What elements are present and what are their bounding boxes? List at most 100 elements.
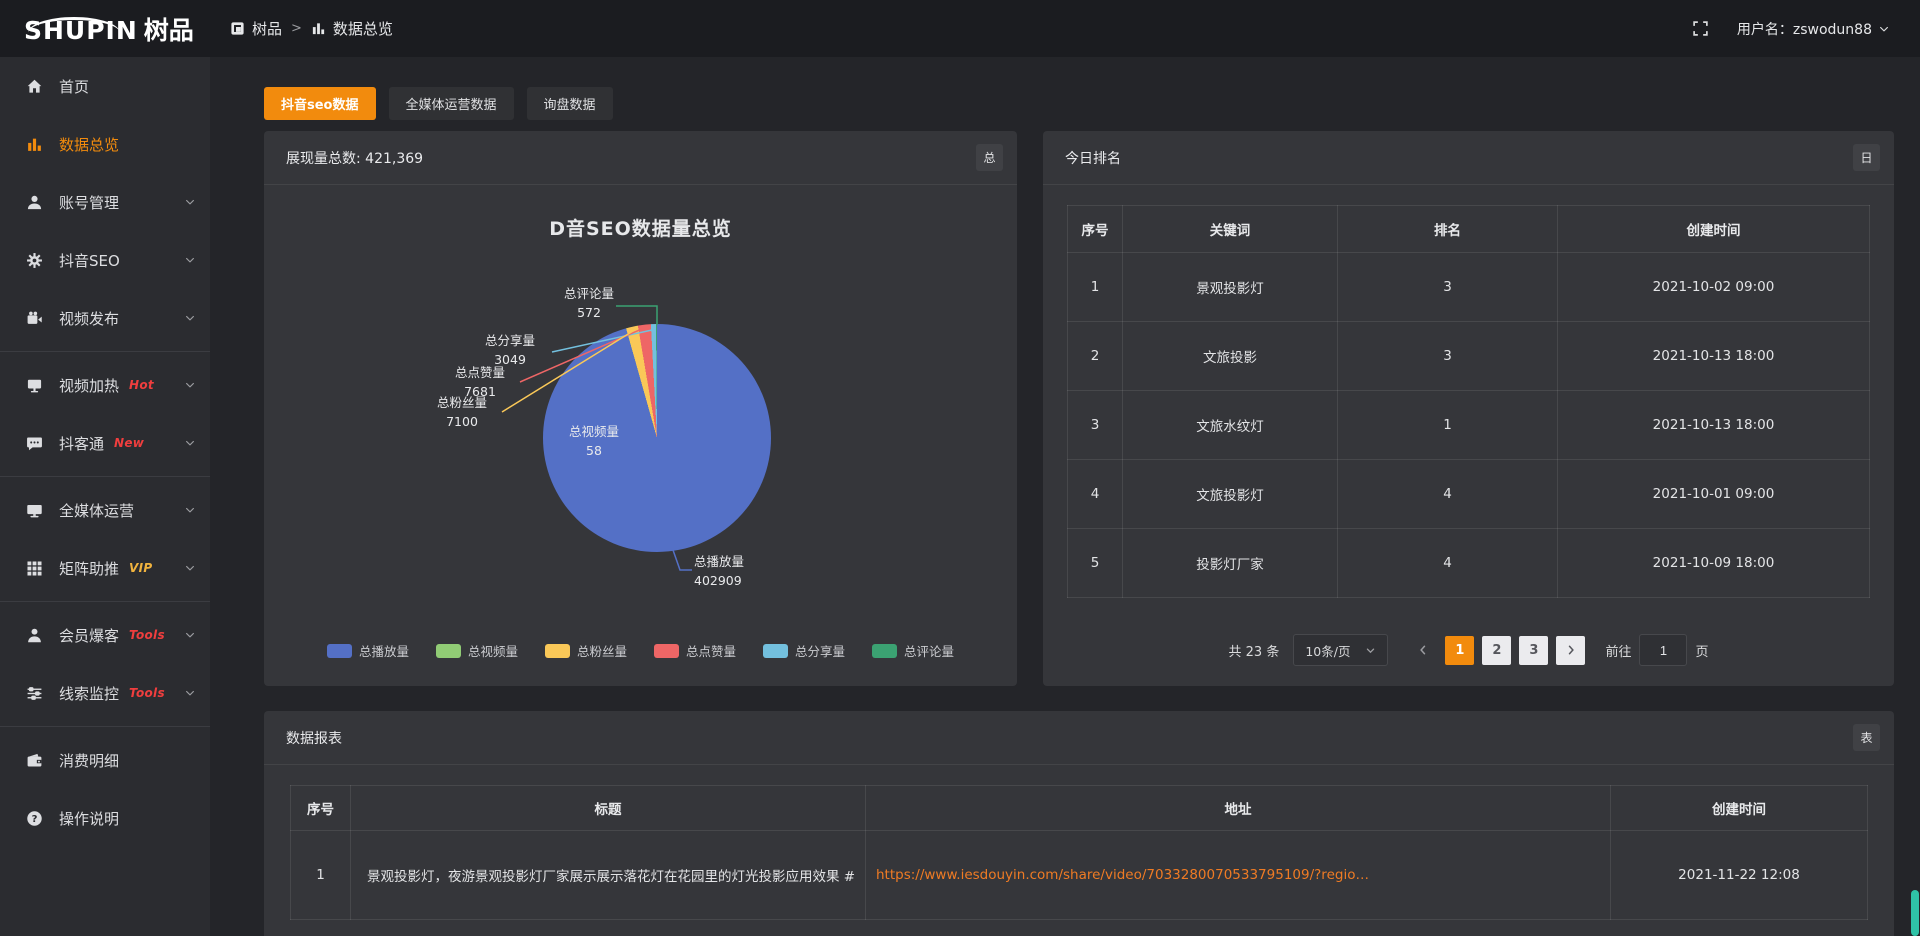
table-cell: 2021-10-09 18:00 <box>1558 529 1870 598</box>
sidebar-item-media-operation[interactable]: 全媒体运营 <box>0 481 210 539</box>
page-button-1[interactable]: 1 <box>1445 636 1474 665</box>
sidebar-item-matrix-boost[interactable]: 矩阵助推 VIP <box>0 539 210 597</box>
pie-label-comments: 总评论量572 <box>534 284 644 323</box>
pie-label-fans: 总粉丝量7100 <box>412 393 512 432</box>
page-button-2[interactable]: 2 <box>1482 636 1511 665</box>
legend-label: 总分享量 <box>795 641 845 660</box>
legend-label: 总视频量 <box>468 641 518 660</box>
breadcrumb-current-label: 数据总览 <box>333 18 393 39</box>
bar-chart-icon <box>311 21 326 36</box>
table-cell: 文旅投影 <box>1123 322 1338 391</box>
page-size-select[interactable]: 10条/页 <box>1293 634 1388 666</box>
table-cell: 3 <box>1338 322 1558 391</box>
breadcrumb-current[interactable]: 数据总览 <box>311 18 393 39</box>
sidebar-badge: Tools <box>129 628 165 642</box>
tab-media-ops-data[interactable]: 全媒体运营数据 <box>389 87 514 120</box>
pie-chart: D音SEO数据量总览 总评论量572 总分享量3049 总点赞量7681 <box>264 184 1017 686</box>
chevron-down-icon <box>184 254 196 266</box>
legend-item[interactable]: 总点赞量 <box>654 641 736 660</box>
sidebar-item-video-publish[interactable]: 视频发布 <box>0 289 210 347</box>
legend-marker <box>545 644 570 658</box>
legend-item[interactable]: 总评论量 <box>872 641 954 660</box>
tab-inquiry-data[interactable]: 询盘数据 <box>527 87 613 120</box>
breadcrumb: 树品 > 数据总览 <box>230 18 393 39</box>
help-icon: ? <box>26 810 44 827</box>
tab-douyin-seo-data[interactable]: 抖音seo数据 <box>264 87 376 120</box>
user-menu[interactable]: 用户名：zswodun88 <box>1737 19 1890 39</box>
ranking-day-button[interactable]: 日 <box>1853 144 1880 171</box>
fullscreen-icon[interactable] <box>1692 20 1709 37</box>
report-table-wrap: 序号标题地址创建时间1景观投影灯，夜游景观投影灯厂家展示展示落花灯在花园里的灯光… <box>290 785 1868 920</box>
legend-item[interactable]: 总分享量 <box>763 641 845 660</box>
table-cell: 2021-10-02 09:00 <box>1558 253 1870 322</box>
chart-title: D音SEO数据量总览 <box>264 214 1017 241</box>
goto-suffix: 页 <box>1695 641 1708 660</box>
camera-icon <box>26 310 44 327</box>
sidebar-item-data-overview[interactable]: 数据总览 <box>0 115 210 173</box>
scrollbar-thumb[interactable] <box>1911 890 1919 936</box>
legend-marker <box>654 644 679 658</box>
sidebar-item-label: 矩阵助推 <box>59 558 119 579</box>
legend-item[interactable]: 总粉丝量 <box>545 641 627 660</box>
report-table: 序号标题地址创建时间1景观投影灯，夜游景观投影灯厂家展示展示落花灯在花园里的灯光… <box>290 785 1868 920</box>
next-page-button[interactable] <box>1556 636 1585 665</box>
breadcrumb-root[interactable]: 树品 <box>230 18 282 39</box>
sidebar-badge: Tools <box>129 686 165 700</box>
table-header-row: 序号标题地址创建时间 <box>291 786 1868 831</box>
sidebar-item-douyin-seo[interactable]: 抖音SEO <box>0 231 210 289</box>
sidebar-item-home[interactable]: 首页 <box>0 57 210 115</box>
top-header: SHUPIN 树品 树品 > 数据总览 用户名：zswodun88 <box>0 0 1920 57</box>
overview-card-title: 展现量总数: 421,369 <box>286 148 423 168</box>
page-button-3[interactable]: 3 <box>1519 636 1548 665</box>
sidebar-item-douketong[interactable]: 抖客通New <box>0 414 210 472</box>
legend-item[interactable]: 总视频量 <box>436 641 518 660</box>
wallet-icon <box>26 752 44 769</box>
sidebar-item-label: 线索监控 <box>59 683 119 704</box>
grid-icon <box>26 560 44 577</box>
table-header-row: 序号关键词排名创建时间 <box>1068 206 1870 253</box>
sidebar-badge: VIP <box>129 561 152 575</box>
table-cell: 4 <box>1338 529 1558 598</box>
report-table-button[interactable]: 表 <box>1853 724 1880 751</box>
app-logo[interactable]: SHUPIN 树品 <box>0 11 210 47</box>
column-header: 关键词 <box>1123 206 1338 253</box>
home-icon <box>26 78 44 95</box>
logo-text-cn: 树品 <box>144 11 194 47</box>
sidebar-item-operation-guide[interactable]: ?操作说明 <box>0 789 210 847</box>
gear-icon <box>26 252 44 269</box>
chevron-down-icon <box>184 196 196 208</box>
table-row: 4文旅投影灯42021-10-01 09:00 <box>1068 460 1870 529</box>
sidebar-item-video-heat[interactable]: 视频加热Hot <box>0 356 210 414</box>
app-square-icon <box>230 21 245 36</box>
svg-text:?: ? <box>32 814 38 825</box>
table-cell: 3 <box>1338 253 1558 322</box>
page-size-value: 10条/页 <box>1305 641 1350 660</box>
ranking-table-wrap: 序号关键词排名创建时间1景观投影灯32021-10-02 09:002文旅投影3… <box>1067 205 1870 598</box>
sidebar-item-label: 全媒体运营 <box>59 500 134 521</box>
pie-label-plays: 总播放量402909 <box>694 552 824 591</box>
table-cell: 2021-10-01 09:00 <box>1558 460 1870 529</box>
chat-icon <box>26 435 44 452</box>
ranking-card: 今日排名 日 序号关键词排名创建时间1景观投影灯32021-10-02 09:0… <box>1043 131 1894 686</box>
sidebar-item-member-baoke[interactable]: 会员爆客Tools <box>0 606 210 664</box>
legend-label: 总粉丝量 <box>577 641 627 660</box>
sidebar-item-lead-monitor[interactable]: 线索监控 Tools <box>0 664 210 722</box>
ranking-card-header: 今日排名 日 <box>1043 131 1894 185</box>
legend-item[interactable]: 总播放量 <box>327 641 409 660</box>
sliders-icon <box>26 685 44 702</box>
goto-page: 前往 页 <box>1605 634 1708 666</box>
sidebar-item-account-management[interactable]: 账号管理 <box>0 173 210 231</box>
column-header: 标题 <box>351 786 866 831</box>
user-icon <box>26 194 44 211</box>
table-cell: 1 <box>1338 391 1558 460</box>
prev-page-button[interactable] <box>1408 636 1437 665</box>
goto-page-input[interactable] <box>1639 634 1687 666</box>
sidebar-item-expense-detail[interactable]: 消费明细 <box>0 731 210 789</box>
legend-label: 总评论量 <box>904 641 954 660</box>
ranking-table: 序号关键词排名创建时间1景观投影灯32021-10-02 09:002文旅投影3… <box>1067 205 1870 598</box>
legend-label: 总点赞量 <box>686 641 736 660</box>
data-tabs: 抖音seo数据全媒体运营数据询盘数据 <box>264 87 1920 120</box>
video-url-link[interactable]: https://www.iesdouyin.com/share/video/70… <box>866 831 1611 920</box>
overview-total-button[interactable]: 总 <box>976 144 1003 171</box>
table-cell: 2021-10-13 18:00 <box>1558 322 1870 391</box>
